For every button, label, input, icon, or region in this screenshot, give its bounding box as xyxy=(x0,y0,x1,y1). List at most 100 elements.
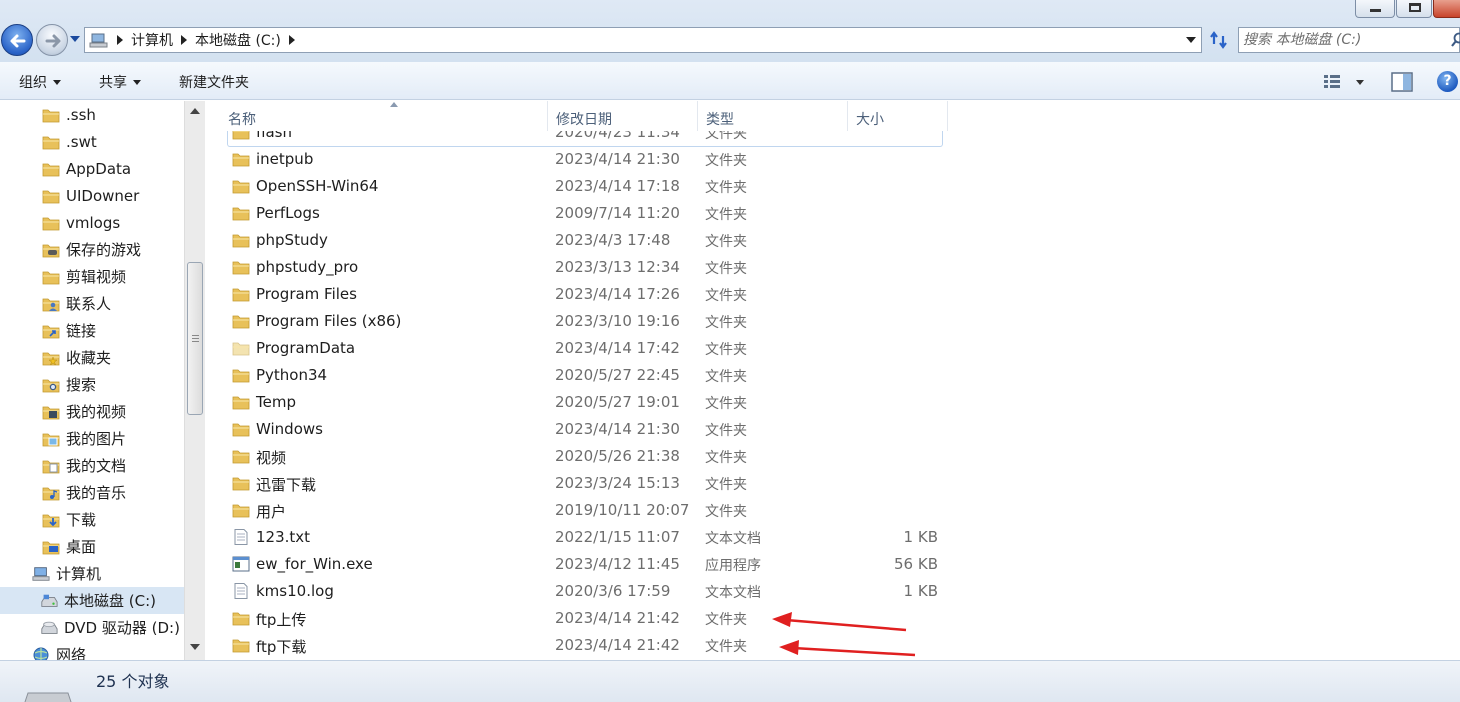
file-row[interactable]: ProgramData 2023/4/14 17:42 文件夹 xyxy=(210,335,1460,362)
file-type: 文件夹 xyxy=(705,288,747,304)
file-name: phpstudy_pro xyxy=(256,258,359,276)
nav-tree-item-label: 下载 xyxy=(66,511,97,529)
nav-tree-item[interactable]: AppData xyxy=(0,155,184,182)
file-name: inetpub xyxy=(256,150,314,168)
file-row[interactable]: inetpub 2023/4/14 21:30 文件夹 xyxy=(210,146,1460,173)
nav-tree-item[interactable]: 链接 xyxy=(0,317,184,344)
file-size: 56 KB xyxy=(894,555,938,573)
search-input[interactable] xyxy=(1243,30,1443,50)
file-row[interactable]: Program Files 2023/4/14 17:26 文件夹 xyxy=(210,281,1460,308)
close-button[interactable] xyxy=(1433,0,1460,18)
file-row[interactable]: 迅雷下载 2023/3/24 15:13 文件夹 xyxy=(210,470,1460,497)
minimize-button[interactable] xyxy=(1355,0,1395,18)
file-row[interactable]: ew_for_Win.exe 2023/4/12 11:45 应用程序 56 KB xyxy=(210,551,1460,578)
nav-tree-item[interactable]: 桌面 xyxy=(0,533,184,560)
file-date: 2023/4/14 21:30 xyxy=(555,420,680,438)
nav-tree-item[interactable]: 我的图片 xyxy=(0,425,184,452)
nav-tree-item[interactable]: 联系人 xyxy=(0,290,184,317)
breadcrumb-separator-icon[interactable] xyxy=(181,35,187,45)
file-row[interactable]: Program Files (x86) 2023/3/10 19:16 文件夹 xyxy=(210,308,1460,335)
nav-tree-item[interactable]: 剪辑视频 xyxy=(0,263,184,290)
breadcrumb-separator-icon[interactable] xyxy=(288,35,295,45)
refresh-button[interactable] xyxy=(1206,27,1232,53)
file-type: 文件夹 xyxy=(705,342,747,358)
preview-pane-button[interactable] xyxy=(1391,72,1413,92)
nav-tree-item-label: vmlogs xyxy=(66,213,121,232)
folder-icon xyxy=(232,205,250,221)
recent-pages-dropdown[interactable] xyxy=(70,36,80,42)
links-icon xyxy=(42,323,60,339)
file-type: 文件夹 xyxy=(705,612,747,628)
forward-button[interactable] xyxy=(36,24,68,56)
command-toolbar: 组织 共享 新建文件夹 ? xyxy=(0,62,1460,100)
file-name: PerfLogs xyxy=(256,204,320,222)
file-row[interactable]: Windows 2023/4/14 21:30 文件夹 xyxy=(210,416,1460,443)
exe-file-icon xyxy=(232,556,250,572)
file-row[interactable]: 视频 2020/5/26 21:38 文件夹 xyxy=(210,443,1460,470)
address-bar[interactable]: 计算机 本地磁盘 (C:) xyxy=(84,27,1202,53)
file-row[interactable]: phpstudy_pro 2023/3/13 12:34 文件夹 xyxy=(210,254,1460,281)
nav-tree-item-label: .ssh xyxy=(66,105,96,124)
nav-tree-item[interactable]: DVD 驱动器 (D:) xyxy=(0,614,184,641)
nav-tree-item[interactable]: 下载 xyxy=(0,506,184,533)
scroll-down-arrow-icon[interactable] xyxy=(190,644,200,650)
file-row[interactable]: 用户 2019/10/11 20:07 文件夹 xyxy=(210,497,1460,524)
file-row[interactable]: phpStudy 2023/4/3 17:48 文件夹 xyxy=(210,227,1460,254)
breadcrumb-local-disk[interactable]: 本地磁盘 (C:) xyxy=(195,30,281,50)
organize-button[interactable]: 组织 xyxy=(19,72,61,92)
file-row[interactable]: OpenSSH-Win64 2023/4/14 17:18 文件夹 xyxy=(210,173,1460,200)
nav-tree-item[interactable]: vmlogs xyxy=(0,209,184,236)
file-row[interactable]: ftp上传 2023/4/14 21:42 文件夹 xyxy=(210,605,1460,632)
file-row[interactable]: kms10.log 2020/3/6 17:59 文本文档 1 KB xyxy=(210,578,1460,605)
nav-tree-item[interactable]: UIDowner xyxy=(0,182,184,209)
breadcrumb-separator-icon[interactable] xyxy=(117,35,123,45)
address-history-dropdown[interactable] xyxy=(1186,37,1196,43)
file-row[interactable]: Python34 2020/5/27 22:45 文件夹 xyxy=(210,362,1460,389)
search-icon[interactable] xyxy=(1451,32,1460,48)
file-type: 文件夹 xyxy=(705,261,747,277)
navigation-pane[interactable]: .ssh .swt AppData UIDowner vmlogs 保存的游戏 剪辑视频 联系… xyxy=(0,101,205,660)
nav-tree-item[interactable]: 搜索 xyxy=(0,371,184,398)
folder-icon xyxy=(232,232,250,248)
column-header-date[interactable]: 修改日期 xyxy=(548,101,698,131)
file-size: 1 KB xyxy=(903,582,938,600)
folder-icon xyxy=(232,502,250,518)
scroll-up-arrow-icon[interactable] xyxy=(190,108,200,114)
navigation-pane-scrollbar[interactable] xyxy=(184,101,205,660)
change-view-button[interactable] xyxy=(1322,72,1368,92)
nav-tree-item[interactable]: 计算机 xyxy=(0,560,184,587)
organize-label: 组织 xyxy=(19,75,47,91)
file-row[interactable]: ftp下载 2023/4/14 21:42 文件夹 xyxy=(210,632,1460,659)
maximize-button[interactable] xyxy=(1396,0,1432,18)
nav-tree-item[interactable]: 我的文档 xyxy=(0,452,184,479)
hidden-folder-icon xyxy=(232,340,250,356)
nav-tree-item[interactable]: .ssh xyxy=(0,101,184,128)
nav-tree-item[interactable]: 我的视频 xyxy=(0,398,184,425)
nav-tree-item[interactable]: 我的音乐 xyxy=(0,479,184,506)
column-header-size[interactable]: 大小 xyxy=(848,101,948,131)
file-row[interactable]: 123.txt 2022/1/15 11:07 文本文档 1 KB xyxy=(210,524,1460,551)
folder-icon xyxy=(42,134,60,150)
help-button[interactable]: ? xyxy=(1437,71,1458,92)
column-header-name[interactable]: 名称 xyxy=(220,101,548,131)
breadcrumb-computer[interactable]: 计算机 xyxy=(131,30,173,50)
column-header-name-label: 名称 xyxy=(228,112,256,128)
folder-icon xyxy=(42,107,60,123)
nav-tree-item[interactable]: 保存的游戏 xyxy=(0,236,184,263)
new-folder-button[interactable]: 新建文件夹 xyxy=(179,72,249,92)
nav-tree-item[interactable]: 本地磁盘 (C:) xyxy=(0,587,184,614)
file-list-pane[interactable]: 名称 修改日期 类型 大小 flash 2020/4/23 11:34 文件夹 ine… xyxy=(210,101,1460,660)
file-row[interactable]: Temp 2020/5/27 19:01 文件夹 xyxy=(210,389,1460,416)
search-box[interactable] xyxy=(1238,27,1460,53)
nav-tree-item[interactable]: 网络 xyxy=(0,641,184,660)
scroll-thumb[interactable] xyxy=(187,262,203,415)
nav-tree-item-label: 搜索 xyxy=(66,376,97,394)
back-button[interactable] xyxy=(1,24,33,56)
folder-icon xyxy=(42,188,60,204)
file-row[interactable]: PerfLogs 2009/7/14 11:20 文件夹 xyxy=(210,200,1460,227)
column-header-type[interactable]: 类型 xyxy=(698,101,848,131)
folder-icon xyxy=(232,421,250,437)
nav-tree-item[interactable]: .swt xyxy=(0,128,184,155)
share-button[interactable]: 共享 xyxy=(99,72,141,92)
nav-tree-item[interactable]: 收藏夹 xyxy=(0,344,184,371)
